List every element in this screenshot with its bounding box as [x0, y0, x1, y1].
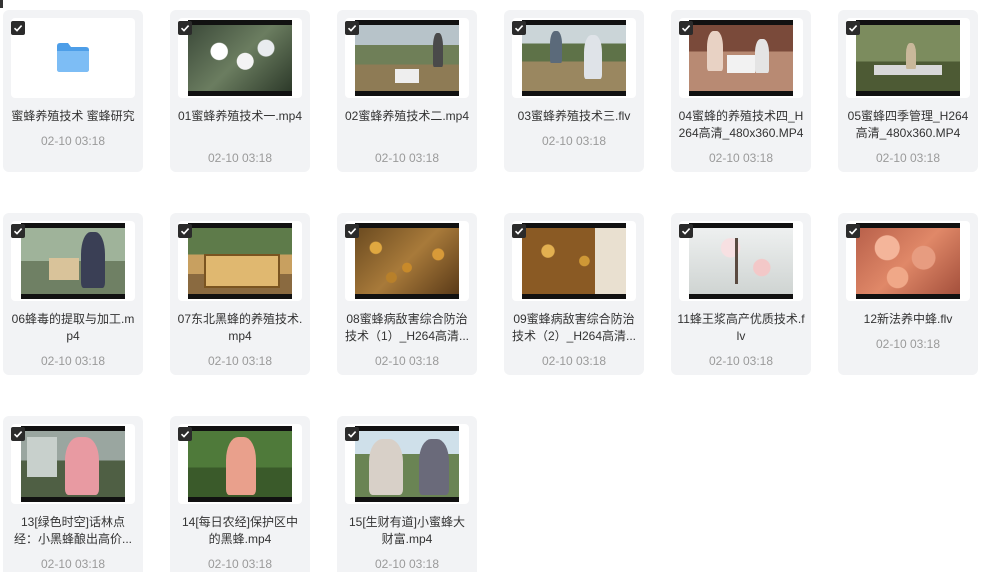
video-thumbnail — [345, 221, 469, 301]
file-date: 02-10 03:18 — [40, 557, 106, 571]
video-thumbnail — [512, 221, 636, 301]
file-date: 02-10 03:18 — [374, 151, 440, 165]
file-tile-video[interactable]: 08蜜蜂病敌害综合防治技术（1）_H264高清... 02-10 03:18 — [337, 213, 477, 375]
file-date: 02-10 03:18 — [541, 354, 607, 368]
video-thumbnail — [846, 18, 970, 98]
file-tile-video[interactable]: 05蜜蜂四季管理_H264高清_480x360.MP4 02-10 03:18 — [838, 10, 978, 172]
file-tile-video[interactable]: 12新法养中蜂.flv 02-10 03:18 — [838, 213, 978, 375]
folder-icon — [57, 43, 89, 72]
checkbox-checked-icon[interactable] — [345, 427, 359, 441]
file-date: 02-10 03:18 — [875, 337, 941, 351]
file-tile-video[interactable]: 13[绿色时空]话林点经：小黑蜂酿出高价... 02-10 03:18 — [3, 416, 143, 572]
video-thumbnail — [11, 424, 135, 504]
file-tile-video[interactable]: 02蜜蜂养殖技术二.mp4 02-10 03:18 — [337, 10, 477, 172]
checkbox-checked-icon[interactable] — [345, 224, 359, 238]
file-date: 02-10 03:18 — [374, 557, 440, 571]
file-name: 03蜜蜂养殖技术三.flv — [517, 109, 631, 123]
file-date: 02-10 03:18 — [708, 151, 774, 165]
video-thumbnail — [345, 18, 469, 98]
file-name: 09蜜蜂病敌害综合防治技术（2）_H264高清... — [511, 312, 637, 343]
file-name: 12新法养中蜂.flv — [863, 312, 953, 326]
file-date: 02-10 03:18 — [541, 134, 607, 148]
file-name: 蜜蜂养殖技术 蜜蜂研究 — [11, 109, 135, 123]
checkbox-checked-icon[interactable] — [178, 224, 192, 238]
checkbox-checked-icon[interactable] — [11, 21, 25, 35]
checkbox-checked-icon[interactable] — [345, 21, 359, 35]
file-tile-video[interactable]: 04蜜蜂的养殖技术四_H264高清_480x360.MP4 02-10 03:1… — [671, 10, 811, 172]
checkbox-checked-icon[interactable] — [846, 224, 860, 238]
video-thumbnail — [846, 221, 970, 301]
checkbox-checked-icon[interactable] — [11, 224, 25, 238]
file-name: 01蜜蜂养殖技术一.mp4 — [177, 109, 303, 123]
file-tile-video[interactable]: 09蜜蜂病敌害综合防治技术（2）_H264高清... 02-10 03:18 — [504, 213, 644, 375]
file-date: 02-10 03:18 — [40, 354, 106, 368]
file-name: 07东北黑蜂的养殖技术.mp4 — [177, 312, 303, 343]
corner-mark — [0, 0, 3, 8]
file-name: 06蜂毒的提取与加工.mp4 — [11, 312, 135, 343]
video-thumbnail — [178, 424, 302, 504]
file-grid: 蜜蜂养殖技术 蜜蜂研究 02-10 03:18 01蜜蜂养殖技术一.mp4 02… — [0, 0, 1002, 572]
checkbox-checked-icon[interactable] — [178, 21, 192, 35]
file-name: 13[绿色时空]话林点经：小黑蜂酿出高价... — [13, 515, 132, 546]
checkbox-checked-icon[interactable] — [846, 21, 860, 35]
file-name: 11蜂王浆高产优质技术.flv — [677, 312, 805, 343]
file-date: 02-10 03:18 — [875, 151, 941, 165]
checkbox-checked-icon[interactable] — [11, 427, 25, 441]
file-date: 02-10 03:18 — [207, 557, 273, 571]
file-date: 02-10 03:18 — [207, 151, 273, 165]
file-tile-video[interactable]: 06蜂毒的提取与加工.mp4 02-10 03:18 — [3, 213, 143, 375]
checkbox-checked-icon[interactable] — [178, 427, 192, 441]
file-thumbnail — [11, 18, 135, 98]
checkbox-checked-icon[interactable] — [512, 21, 526, 35]
video-thumbnail — [178, 18, 302, 98]
file-date: 02-10 03:18 — [708, 354, 774, 368]
file-date: 02-10 03:18 — [374, 354, 440, 368]
video-thumbnail — [11, 221, 135, 301]
video-thumbnail — [345, 424, 469, 504]
file-name: 08蜜蜂病敌害综合防治技术（1）_H264高清... — [344, 312, 470, 343]
file-name: 04蜜蜂的养殖技术四_H264高清_480x360.MP4 — [678, 109, 804, 140]
file-date: 02-10 03:18 — [40, 134, 106, 148]
checkbox-checked-icon[interactable] — [679, 21, 693, 35]
file-name: 14[每日农经]保护区中的黑蜂.mp4 — [181, 515, 299, 546]
video-thumbnail — [679, 221, 803, 301]
file-name: 05蜜蜂四季管理_H264高清_480x360.MP4 — [847, 109, 969, 140]
file-tile-video[interactable]: 15[生财有道]小蜜蜂大财富.mp4 02-10 03:18 — [337, 416, 477, 572]
file-date: 02-10 03:18 — [207, 354, 273, 368]
file-tile-video[interactable]: 01蜜蜂养殖技术一.mp4 02-10 03:18 — [170, 10, 310, 172]
file-name: 15[生财有道]小蜜蜂大财富.mp4 — [348, 515, 466, 546]
file-tile-video[interactable]: 14[每日农经]保护区中的黑蜂.mp4 02-10 03:18 — [170, 416, 310, 572]
video-thumbnail — [178, 221, 302, 301]
file-tile-video[interactable]: 03蜜蜂养殖技术三.flv 02-10 03:18 — [504, 10, 644, 172]
file-name: 02蜜蜂养殖技术二.mp4 — [344, 109, 470, 123]
file-tile-folder[interactable]: 蜜蜂养殖技术 蜜蜂研究 02-10 03:18 — [3, 10, 143, 172]
checkbox-checked-icon[interactable] — [512, 224, 526, 238]
video-thumbnail — [679, 18, 803, 98]
file-tile-video[interactable]: 11蜂王浆高产优质技术.flv 02-10 03:18 — [671, 213, 811, 375]
video-thumbnail — [512, 18, 636, 98]
checkbox-checked-icon[interactable] — [679, 224, 693, 238]
file-tile-video[interactable]: 07东北黑蜂的养殖技术.mp4 02-10 03:18 — [170, 213, 310, 375]
